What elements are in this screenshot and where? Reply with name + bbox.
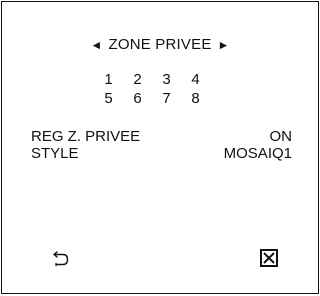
zone-grid: 1 2 3 4 5 6 7 8 (94, 71, 210, 107)
setting-row-reg-zone[interactable]: REG Z. PRIVEE ON (31, 128, 292, 145)
boxed-x-glyph (260, 249, 278, 267)
zone-2[interactable]: 2 (123, 71, 152, 88)
zone-4[interactable]: 4 (181, 71, 210, 88)
menu-header: ◄ ZONE PRIVEE ► (2, 36, 318, 53)
setting-row-style[interactable]: STYLE MOSAIQ1 (31, 145, 292, 162)
zone-1[interactable]: 1 (94, 71, 123, 88)
return-arrow-icon[interactable] (51, 250, 71, 268)
zone-8[interactable]: 8 (181, 90, 210, 107)
zone-5[interactable]: 5 (94, 90, 123, 107)
return-arrow-glyph (53, 251, 69, 267)
osd-menu-screen: ◄ ZONE PRIVEE ► 1 2 3 4 5 6 7 8 REG Z. PRI… (1, 1, 319, 294)
setting-value[interactable]: ON (270, 128, 293, 145)
zone-6[interactable]: 6 (123, 90, 152, 107)
setting-label: REG Z. PRIVEE (31, 128, 141, 145)
setting-label: STYLE (31, 145, 79, 162)
zone-3[interactable]: 3 (152, 71, 181, 88)
setting-value[interactable]: MOSAIQ1 (224, 145, 292, 162)
zone-7[interactable]: 7 (152, 90, 181, 107)
next-arrow-icon[interactable]: ► (218, 38, 230, 52)
boxed-x-icon[interactable] (260, 249, 278, 267)
prev-arrow-icon[interactable]: ◄ (90, 38, 102, 52)
page-title: ZONE PRIVEE (108, 36, 212, 53)
